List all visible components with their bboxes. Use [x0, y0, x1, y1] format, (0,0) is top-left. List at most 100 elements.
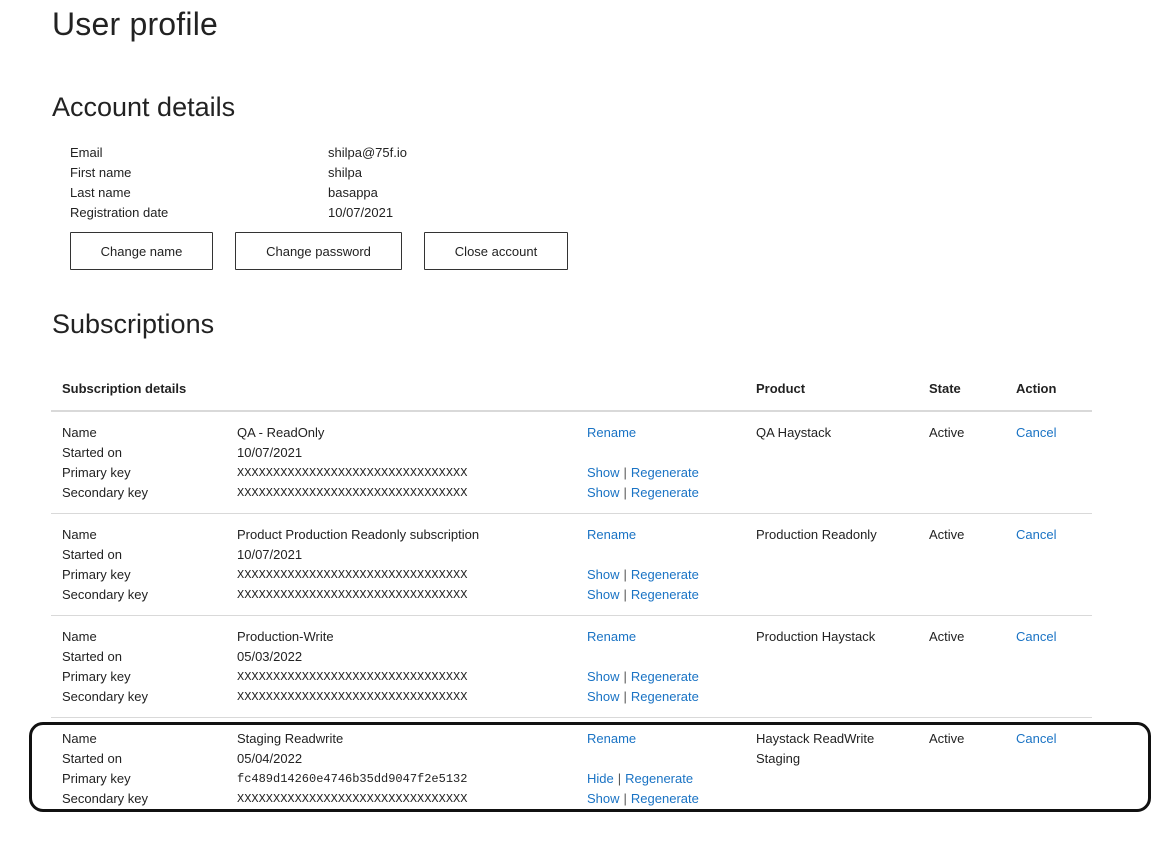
- last-name-label: Last name: [70, 185, 131, 200]
- registration-date-row: Registration date 10/07/2021: [70, 203, 407, 223]
- subscription-row: Name Started on Primary key Secondary ke…: [51, 411, 1092, 514]
- rename-link[interactable]: Rename: [587, 629, 636, 644]
- change-password-button[interactable]: Change password: [235, 232, 402, 270]
- secondary-key-label: Secondary key: [62, 689, 148, 704]
- primary-key-value: fc489d14260e4746b35dd9047f2e5132: [237, 772, 468, 786]
- regenerate-primary-key-link[interactable]: Regenerate: [631, 669, 699, 684]
- change-name-button[interactable]: Change name: [70, 232, 213, 270]
- started-on-value: 10/07/2021: [237, 547, 303, 562]
- subscription-row: Name Started on Primary key Secondary ke…: [51, 513, 1092, 616]
- started-on-value: 10/07/2021: [237, 445, 303, 460]
- show-primary-key-link[interactable]: Show: [587, 669, 620, 684]
- primary-key-value: XXXXXXXXXXXXXXXXXXXXXXXXXXXXXXXX: [237, 568, 468, 582]
- primary-key-label: Primary key: [62, 669, 131, 684]
- page-title: User profile: [52, 6, 219, 42]
- primary-key-value: XXXXXXXXXXXXXXXXXXXXXXXXXXXXXXXX: [237, 466, 468, 480]
- show-primary-key-link[interactable]: Show: [587, 567, 620, 582]
- name-label: Name: [62, 629, 97, 644]
- product-name: Haystack ReadWrite Staging: [756, 731, 875, 766]
- regenerate-primary-key-link[interactable]: Regenerate: [625, 771, 693, 786]
- separator: |: [623, 485, 627, 500]
- cancel-subscription-link[interactable]: Cancel: [1016, 629, 1056, 644]
- show-secondary-key-link[interactable]: Show: [587, 689, 620, 704]
- regenerate-secondary-key-link[interactable]: Regenerate: [631, 587, 699, 602]
- subscription-row: Name Started on Primary key Secondary ke…: [51, 615, 1092, 718]
- rename-link[interactable]: Rename: [587, 527, 636, 542]
- regenerate-secondary-key-link[interactable]: Regenerate: [631, 485, 699, 500]
- started-on-value: 05/04/2022: [237, 751, 303, 766]
- show-secondary-key-link[interactable]: Show: [587, 791, 620, 806]
- show-secondary-key-link[interactable]: Show: [587, 485, 620, 500]
- primary-key-label: Primary key: [62, 465, 131, 480]
- secondary-key-label: Secondary key: [62, 587, 148, 602]
- separator: |: [617, 771, 622, 786]
- subscription-state: Active: [929, 731, 965, 746]
- show-secondary-key-link[interactable]: Show: [587, 587, 620, 602]
- registration-date-value: 10/07/2021: [328, 205, 394, 220]
- separator: |: [623, 791, 627, 806]
- secondary-key-value: XXXXXXXXXXXXXXXXXXXXXXXXXXXXXXXX: [237, 588, 468, 602]
- close-account-button[interactable]: Close account: [424, 232, 568, 270]
- cancel-subscription-link[interactable]: Cancel: [1016, 527, 1056, 542]
- product-name: Production Readonly: [756, 527, 877, 542]
- primary-key-label: Primary key: [62, 567, 131, 582]
- name-label: Name: [62, 731, 97, 746]
- separator: |: [623, 465, 627, 480]
- separator: |: [623, 669, 627, 684]
- started-on-label: Started on: [62, 547, 122, 562]
- secondary-key-value: XXXXXXXXXXXXXXXXXXXXXXXXXXXXXXXX: [237, 792, 468, 806]
- subscription-state: Active: [929, 629, 965, 644]
- separator: |: [623, 689, 627, 704]
- regenerate-primary-key-link[interactable]: Regenerate: [631, 465, 699, 480]
- rename-link[interactable]: Rename: [587, 425, 636, 440]
- separator: |: [623, 567, 627, 582]
- cancel-subscription-link[interactable]: Cancel: [1016, 425, 1056, 440]
- first-name-value: shilpa: [328, 165, 362, 180]
- email-row: Email shilpa@75f.io: [70, 143, 407, 163]
- account-details: Email shilpa@75f.io First name shilpa La…: [70, 143, 407, 223]
- email-value: shilpa@75f.io: [328, 145, 407, 160]
- cancel-subscription-link[interactable]: Cancel: [1016, 731, 1056, 746]
- subscription-state: Active: [929, 527, 965, 542]
- first-name-label: First name: [70, 165, 132, 180]
- started-on-label: Started on: [62, 649, 122, 664]
- email-label: Email: [70, 145, 103, 160]
- name-label: Name: [62, 527, 97, 542]
- subscription-name: Production-Write: [237, 629, 334, 644]
- product-name: QA Haystack: [756, 425, 832, 440]
- last-name-row: Last name basappa: [70, 183, 407, 203]
- secondary-key-value: XXXXXXXXXXXXXXXXXXXXXXXXXXXXXXXX: [237, 690, 468, 704]
- started-on-label: Started on: [62, 445, 122, 460]
- hide-primary-key-link[interactable]: Hide: [587, 771, 614, 786]
- started-on-value: 05/03/2022: [237, 649, 303, 664]
- product-name: Production Haystack: [756, 629, 876, 644]
- header-product: Product: [756, 381, 806, 396]
- registration-date-label: Registration date: [70, 205, 169, 220]
- rename-link[interactable]: Rename: [587, 731, 636, 746]
- secondary-key-label: Secondary key: [62, 791, 148, 806]
- header-action: Action: [1016, 381, 1057, 396]
- subscription-name: QA - ReadOnly: [237, 425, 325, 440]
- header-subscription-details: Subscription details: [62, 381, 187, 396]
- account-details-heading: Account details: [52, 92, 236, 122]
- subscriptions-table-header: Subscription details Product State Actio…: [51, 378, 1092, 412]
- show-primary-key-link[interactable]: Show: [587, 465, 620, 480]
- separator: |: [623, 587, 627, 602]
- regenerate-primary-key-link[interactable]: Regenerate: [631, 567, 699, 582]
- first-name-row: First name shilpa: [70, 163, 407, 183]
- started-on-label: Started on: [62, 751, 122, 766]
- last-name-value: basappa: [328, 185, 378, 200]
- secondary-key-value: XXXXXXXXXXXXXXXXXXXXXXXXXXXXXXXX: [237, 486, 468, 500]
- subscription-name: Staging Readwrite: [237, 731, 344, 746]
- secondary-key-label: Secondary key: [62, 485, 148, 500]
- subscriptions-heading: Subscriptions: [52, 309, 215, 339]
- primary-key-label: Primary key: [62, 771, 131, 786]
- regenerate-secondary-key-link[interactable]: Regenerate: [631, 791, 699, 806]
- subscription-name: Product Production Readonly subscription: [237, 527, 480, 542]
- regenerate-secondary-key-link[interactable]: Regenerate: [631, 689, 699, 704]
- subscription-state: Active: [929, 425, 965, 440]
- subscription-row: Name Started on Primary key Secondary ke…: [51, 717, 1092, 819]
- name-label: Name: [62, 425, 97, 440]
- header-state: State: [929, 381, 961, 396]
- primary-key-value: XXXXXXXXXXXXXXXXXXXXXXXXXXXXXXXX: [237, 670, 468, 684]
